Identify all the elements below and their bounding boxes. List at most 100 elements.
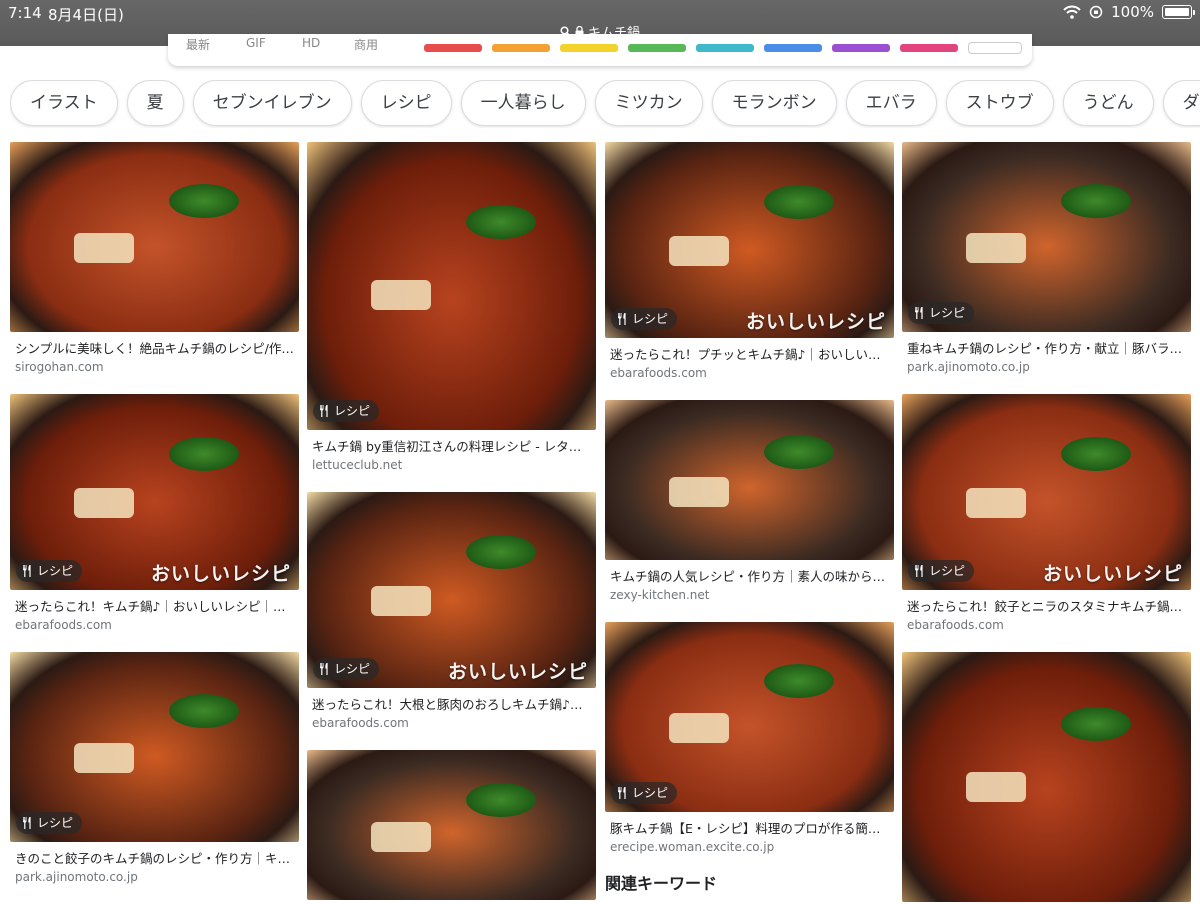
color-swatch[interactable] (832, 44, 890, 52)
color-swatch[interactable] (764, 44, 822, 52)
search-chip[interactable]: エバラ (845, 80, 937, 126)
search-chip[interactable]: ストウブ (945, 80, 1054, 126)
result-caption[interactable]: 迷ったらこれ！プチッとキムチ鍋♪｜おいしいレシピ｜エバラ ebarafoods.c… (605, 338, 894, 382)
search-chip[interactable]: モランボン (711, 80, 837, 126)
image-result-card[interactable]: キムチ鍋の人気レシピ・作り方｜素人の味から今日から卒業 zexy-kitchen.… (605, 400, 894, 604)
tofu-pieces (965, 233, 1026, 264)
image-result-card[interactable]: シンプルに美味しく！絶品キムチ鍋のレシピ/作り方：白ごはん.com sirogoh… (10, 142, 299, 376)
tofu-pieces (668, 476, 729, 507)
color-swatch-empty[interactable] (968, 42, 1022, 54)
result-title[interactable]: 迷ったらこれ！プチッとキムチ鍋♪｜おいしいレシピ｜エバラ (610, 344, 889, 362)
search-chip[interactable]: レシピ (360, 80, 452, 126)
image-result-card[interactable] (307, 750, 596, 900)
image-result-card[interactable]: レシピきのこと餃子のキムチ鍋のレシピ・作り方｜キムチ鍋 park.ajinomot… (10, 652, 299, 886)
kimchi-nabe-photo[interactable] (307, 750, 596, 900)
filter-hd[interactable]: HD (302, 36, 320, 50)
result-title[interactable]: きのこと餃子のキムチ鍋のレシピ・作り方｜キムチ鍋 (15, 848, 294, 866)
garnish-greens (763, 185, 834, 220)
result-caption[interactable]: キムチ鍋の人気レシピ・作り方｜素人の味から今日から卒業 zexy-kitchen.… (605, 560, 894, 604)
kimchi-nabe-photo[interactable] (605, 400, 894, 560)
result-caption[interactable]: 迷ったらこれ！餃子とニラのスタミナキムチ鍋♪｜おいしいレシピ ebarafoods… (902, 590, 1191, 634)
image-result-card[interactable] (902, 652, 1191, 902)
status-indicators: 100% (1063, 3, 1195, 21)
result-title[interactable]: 豚キムチ鍋【E・レシピ】料理のプロが作る簡単レシピ (610, 818, 889, 836)
result-domain: park.ajinomoto.co.jp (15, 870, 138, 884)
garnish-greens (168, 437, 239, 472)
results-column: レシピキムチ鍋 by重信初江さんの料理レシピ - レタスクラブ lettucecl… (307, 142, 596, 900)
search-chip[interactable]: ダイソー (1162, 80, 1200, 126)
result-title[interactable]: 迷ったらこれ！大根と豚肉のおろしキムチ鍋♪｜おいしいレシピ (312, 694, 591, 712)
color-swatch[interactable] (492, 44, 550, 52)
search-chip[interactable]: イラスト (10, 80, 118, 126)
kimchi-nabe-photo[interactable]: レシピ おいしいレシピ (605, 142, 894, 338)
image-result-card[interactable]: レシピ おいしいレシピ迷ったらこれ！大根と豚肉のおろしキムチ鍋♪｜おいしいレシピ e… (307, 492, 596, 732)
tofu-pieces (370, 586, 431, 617)
result-title[interactable]: 迷ったらこれ！キムチ鍋♪｜おいしいレシピ｜エバラ食品 (15, 596, 294, 614)
result-caption[interactable]: 豚キムチ鍋【E・レシピ】料理のプロが作る簡単レシピ erecipe.woman.e… (605, 812, 894, 856)
kimchi-nabe-photo[interactable]: レシピ (902, 142, 1191, 332)
battery-icon (1162, 5, 1195, 19)
fork-knife-icon (320, 405, 328, 417)
filter-gif[interactable]: GIF (246, 36, 266, 50)
search-chip[interactable]: 夏 (126, 80, 184, 126)
color-swatch[interactable] (696, 44, 754, 52)
image-result-card[interactable]: レシピ重ねキムチ鍋のレシピ・作り方・献立｜豚バラ薄切り肉 park.ajinomo… (902, 142, 1191, 376)
filter-latest[interactable]: 最新 (186, 36, 210, 53)
fork-knife-icon (23, 817, 31, 829)
kimchi-nabe-photo[interactable]: レシピ おいしいレシピ (307, 492, 596, 688)
result-title[interactable]: 迷ったらこれ！餃子とニラのスタミナキムチ鍋♪｜おいしいレシピ (907, 596, 1186, 614)
result-domain: erecipe.woman.excite.co.jp (610, 840, 775, 854)
kimchi-nabe-photo[interactable]: レシピ おいしいレシピ (10, 394, 299, 590)
result-title[interactable]: キムチ鍋の人気レシピ・作り方｜素人の味から今日から卒業 (610, 566, 889, 584)
kimchi-nabe-photo[interactable] (10, 142, 299, 332)
color-swatch[interactable] (900, 44, 958, 52)
result-title[interactable]: シンプルに美味しく！絶品キムチ鍋のレシピ/作り方：白ごはん.com (15, 338, 294, 356)
result-domain: sirogohan.com (15, 360, 104, 374)
related-search-chips: イラスト夏セブンイレブン レシピ 一人暮らし ミツカン モランボン エバラ ストウブ うどんダ… (10, 80, 1200, 128)
results-column: シンプルに美味しく！絶品キムチ鍋のレシピ/作り方：白ごはん.com sirogoh… (10, 142, 299, 904)
recipe-badge: レシピ (908, 560, 975, 582)
result-title[interactable]: キムチ鍋 by重信初江さんの料理レシピ - レタスクラブ (312, 436, 591, 454)
result-title[interactable]: 重ねキムチ鍋のレシピ・作り方・献立｜豚バラ薄切り肉 (907, 338, 1186, 356)
image-result-card[interactable]: レシピ豚キムチ鍋【E・レシピ】料理のプロが作る簡単レシピ erecipe.woma… (605, 622, 894, 856)
image-result-card[interactable]: レシピ おいしいレシピ迷ったらこれ！プチッとキムチ鍋♪｜おいしいレシピ｜エバラ eb… (605, 142, 894, 382)
related-keywords-heading: 関連キーワード (605, 874, 718, 893)
filter-commercial[interactable]: 商用 (354, 36, 378, 53)
kimchi-nabe-photo[interactable]: レシピ (10, 652, 299, 842)
kimchi-nabe-photo[interactable] (902, 652, 1191, 902)
orientation-lock-icon (1089, 5, 1103, 19)
result-caption[interactable]: 迷ったらこれ！大根と豚肉のおろしキムチ鍋♪｜おいしいレシピ ebarafoods.… (307, 688, 596, 732)
result-caption[interactable]: シンプルに美味しく！絶品キムチ鍋のレシピ/作り方：白ごはん.com sirogoh… (10, 332, 299, 376)
fork-knife-icon (915, 565, 923, 577)
recipe-badge-label: レシピ (632, 312, 669, 326)
search-chip[interactable]: 一人暮らし (460, 80, 586, 126)
battery-percent: 100% (1111, 3, 1154, 21)
recipe-badge-label: レシピ (334, 404, 371, 418)
photo-watermark: おいしいレシピ (1042, 563, 1183, 585)
garnish-greens (763, 435, 834, 470)
search-chip[interactable]: セブンイレブン (192, 80, 352, 126)
garnish-greens (465, 205, 536, 240)
search-chip[interactable]: ミツカン (594, 80, 703, 126)
results-column: レシピ おいしいレシピ迷ったらこれ！プチッとキムチ鍋♪｜おいしいレシピ｜エバラ eb… (605, 142, 894, 874)
result-caption[interactable]: 重ねキムチ鍋のレシピ・作り方・献立｜豚バラ薄切り肉 park.ajinomoto.… (902, 332, 1191, 376)
fork-knife-icon (618, 313, 626, 325)
result-caption[interactable]: 迷ったらこれ！キムチ鍋♪｜おいしいレシピ｜エバラ食品 ebarafoods.com (10, 590, 299, 634)
recipe-badge: レシピ (908, 302, 975, 324)
color-swatch[interactable] (560, 44, 618, 52)
kimchi-nabe-photo[interactable]: レシピ (605, 622, 894, 812)
color-swatch[interactable] (424, 44, 482, 52)
result-caption[interactable]: キムチ鍋 by重信初江さんの料理レシピ - レタスクラブ lettuceclub.… (307, 430, 596, 474)
photo-watermark: おいしいレシピ (447, 661, 588, 683)
image-result-card[interactable]: レシピ おいしいレシピ迷ったらこれ！キムチ鍋♪｜おいしいレシピ｜エバラ食品 ebar… (10, 394, 299, 634)
result-domain: ebarafoods.com (312, 716, 409, 730)
color-swatch[interactable] (628, 44, 686, 52)
search-chip[interactable]: うどん (1062, 80, 1154, 126)
garnish-greens (465, 783, 536, 817)
image-result-card[interactable]: レシピキムチ鍋 by重信初江さんの料理レシピ - レタスクラブ lettucecl… (307, 142, 596, 474)
result-caption[interactable]: きのこと餃子のキムチ鍋のレシピ・作り方｜キムチ鍋 park.ajinomoto.c… (10, 842, 299, 886)
image-result-card[interactable]: レシピ おいしいレシピ迷ったらこれ！餃子とニラのスタミナキムチ鍋♪｜おいしいレシピ… (902, 394, 1191, 634)
kimchi-nabe-photo[interactable]: レシピ おいしいレシピ (902, 394, 1191, 590)
kimchi-nabe-photo[interactable]: レシピ (307, 142, 596, 430)
tofu-pieces (668, 713, 729, 744)
